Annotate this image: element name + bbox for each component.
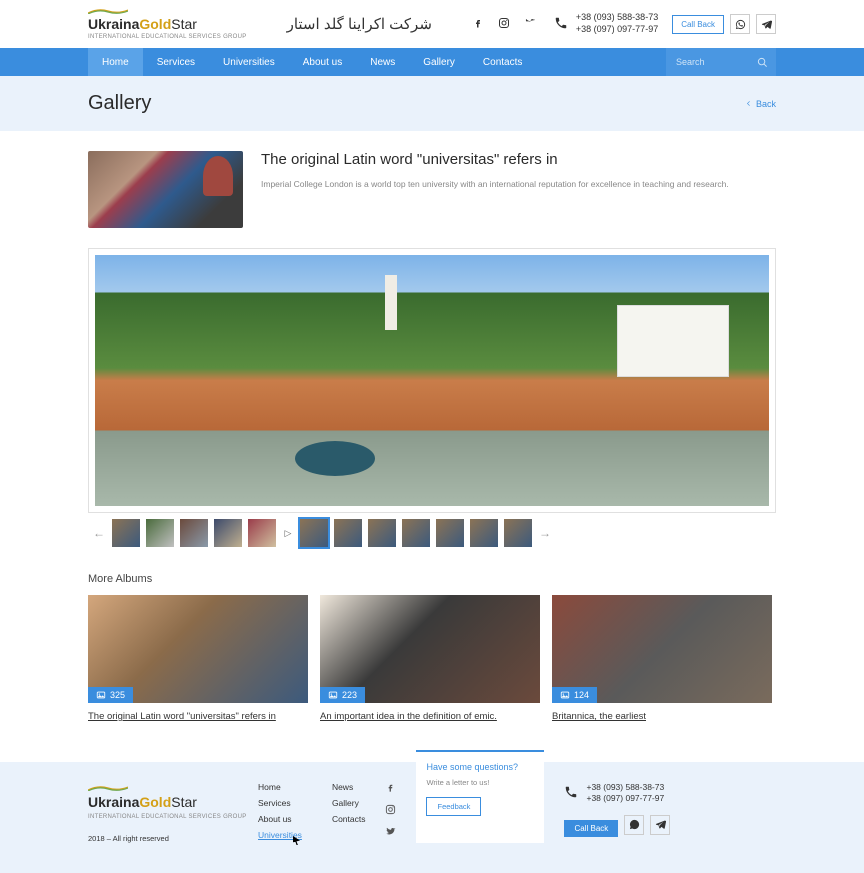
- thumbnail[interactable]: [180, 519, 208, 547]
- search-input[interactable]: [676, 57, 756, 67]
- thumbnail[interactable]: [368, 519, 396, 547]
- album-card[interactable]: 325 The original Latin word "universitas…: [88, 595, 308, 722]
- footer-link-home[interactable]: Home: [258, 782, 302, 792]
- footer-link-services[interactable]: Services: [258, 798, 302, 808]
- facebook-icon[interactable]: [472, 17, 484, 32]
- question-sub: Write a letter to us!: [426, 778, 534, 787]
- footer-callback-button[interactable]: Call Back: [564, 820, 618, 837]
- footer-phone-2: +38 (097) 097-77-97: [586, 793, 664, 804]
- whatsapp-icon[interactable]: [624, 815, 644, 835]
- back-link[interactable]: Back: [745, 99, 776, 109]
- logo-swoosh-icon: [88, 785, 128, 791]
- logo-swoosh-icon: [88, 8, 128, 14]
- thumbnail[interactable]: [146, 519, 174, 547]
- gallery-main-image[interactable]: [88, 248, 776, 513]
- nav-universities[interactable]: Universities: [209, 48, 289, 76]
- image-icon: [560, 690, 570, 700]
- nav-home[interactable]: Home: [88, 48, 143, 76]
- callback-button[interactable]: Call Back: [672, 15, 724, 34]
- thumbnail[interactable]: [248, 519, 276, 547]
- footer-link-universities[interactable]: Universities: [258, 830, 302, 840]
- image-icon: [96, 690, 106, 700]
- album-title: Britannica, the earliest: [552, 711, 772, 722]
- instagram-icon[interactable]: [498, 17, 510, 32]
- footer-link-news[interactable]: News: [332, 782, 366, 792]
- thumbnail[interactable]: [436, 519, 464, 547]
- footer-link-contacts[interactable]: Contacts: [332, 814, 366, 824]
- more-albums-heading: More Albums: [88, 573, 776, 585]
- thumbnail[interactable]: [470, 519, 498, 547]
- phone-icon: [564, 785, 578, 802]
- intro-heading: The original Latin word "universitas" re…: [261, 151, 729, 168]
- phone-number-1: +38 (093) 588-38-73: [576, 12, 658, 24]
- site-logo[interactable]: UkrainaGoldStar INTERNATIONAL EDUCATIONA…: [88, 8, 247, 40]
- footer-logo[interactable]: UkrainaGoldStar: [88, 794, 248, 810]
- phone-number-2: +38 (097) 097-77-97: [576, 24, 658, 36]
- album-count-badge: 223: [320, 687, 365, 703]
- facebook-icon[interactable]: [385, 782, 396, 796]
- telegram-icon[interactable]: [756, 14, 776, 34]
- nav-services[interactable]: Services: [143, 48, 209, 76]
- album-image: 325: [88, 595, 308, 703]
- album-title: An important idea in the definition of e…: [320, 711, 540, 722]
- album-count-badge: 124: [552, 687, 597, 703]
- thumbnail[interactable]: [504, 519, 532, 547]
- thumbs-prev-arrow[interactable]: ←: [92, 526, 106, 540]
- album-card[interactable]: 124 Britannica, the earliest: [552, 595, 772, 722]
- nav-news[interactable]: News: [356, 48, 409, 76]
- feedback-button[interactable]: Feedback: [426, 797, 481, 816]
- image-icon: [328, 690, 338, 700]
- whatsapp-icon[interactable]: [730, 14, 750, 34]
- footer-tagline: INTERNATIONAL EDUCATIONAL SERVICES GROUP: [88, 814, 248, 820]
- thumbnail[interactable]: [334, 519, 362, 547]
- thumbnail[interactable]: [402, 519, 430, 547]
- search-box[interactable]: [666, 48, 776, 76]
- twitter-icon[interactable]: [385, 826, 396, 840]
- question-box: Have some questions? Write a letter to u…: [416, 750, 544, 843]
- album-title: The original Latin word "universitas" re…: [88, 711, 308, 722]
- footer-link-gallery[interactable]: Gallery: [332, 798, 366, 808]
- thumbnail[interactable]: [112, 519, 140, 547]
- album-image: 124: [552, 595, 772, 703]
- logo-tagline: INTERNATIONAL EDUCATIONAL SERVICES GROUP: [88, 34, 247, 40]
- album-count-badge: 325: [88, 687, 133, 703]
- footer-link-about[interactable]: About us: [258, 814, 302, 824]
- nav-contacts[interactable]: Contacts: [469, 48, 536, 76]
- album-card[interactable]: 223 An important idea in the definition …: [320, 595, 540, 722]
- album-image: 223: [320, 595, 540, 703]
- twitter-icon[interactable]: [524, 17, 536, 32]
- thumbnail-selected[interactable]: [300, 519, 328, 547]
- play-icon[interactable]: ▷: [282, 528, 294, 539]
- phone-icon: [554, 16, 568, 33]
- instagram-icon[interactable]: [385, 804, 396, 818]
- thumbs-next-arrow[interactable]: →: [538, 526, 552, 540]
- footer-copyright: 2018 – All right reserved: [88, 834, 248, 843]
- intro-image: [88, 151, 243, 228]
- chevron-left-icon: [745, 100, 752, 107]
- footer-phone-1: +38 (093) 588-38-73: [586, 782, 664, 793]
- question-title: Have some questions?: [426, 762, 534, 772]
- nav-about[interactable]: About us: [289, 48, 356, 76]
- page-title: Gallery: [88, 92, 151, 115]
- intro-body: Imperial College London is a world top t…: [261, 178, 729, 191]
- search-icon: [757, 57, 768, 68]
- nav-gallery[interactable]: Gallery: [409, 48, 469, 76]
- telegram-icon[interactable]: [650, 815, 670, 835]
- arabic-title: شرکت اکراینا گلد استار: [287, 15, 432, 33]
- thumbnail[interactable]: [214, 519, 242, 547]
